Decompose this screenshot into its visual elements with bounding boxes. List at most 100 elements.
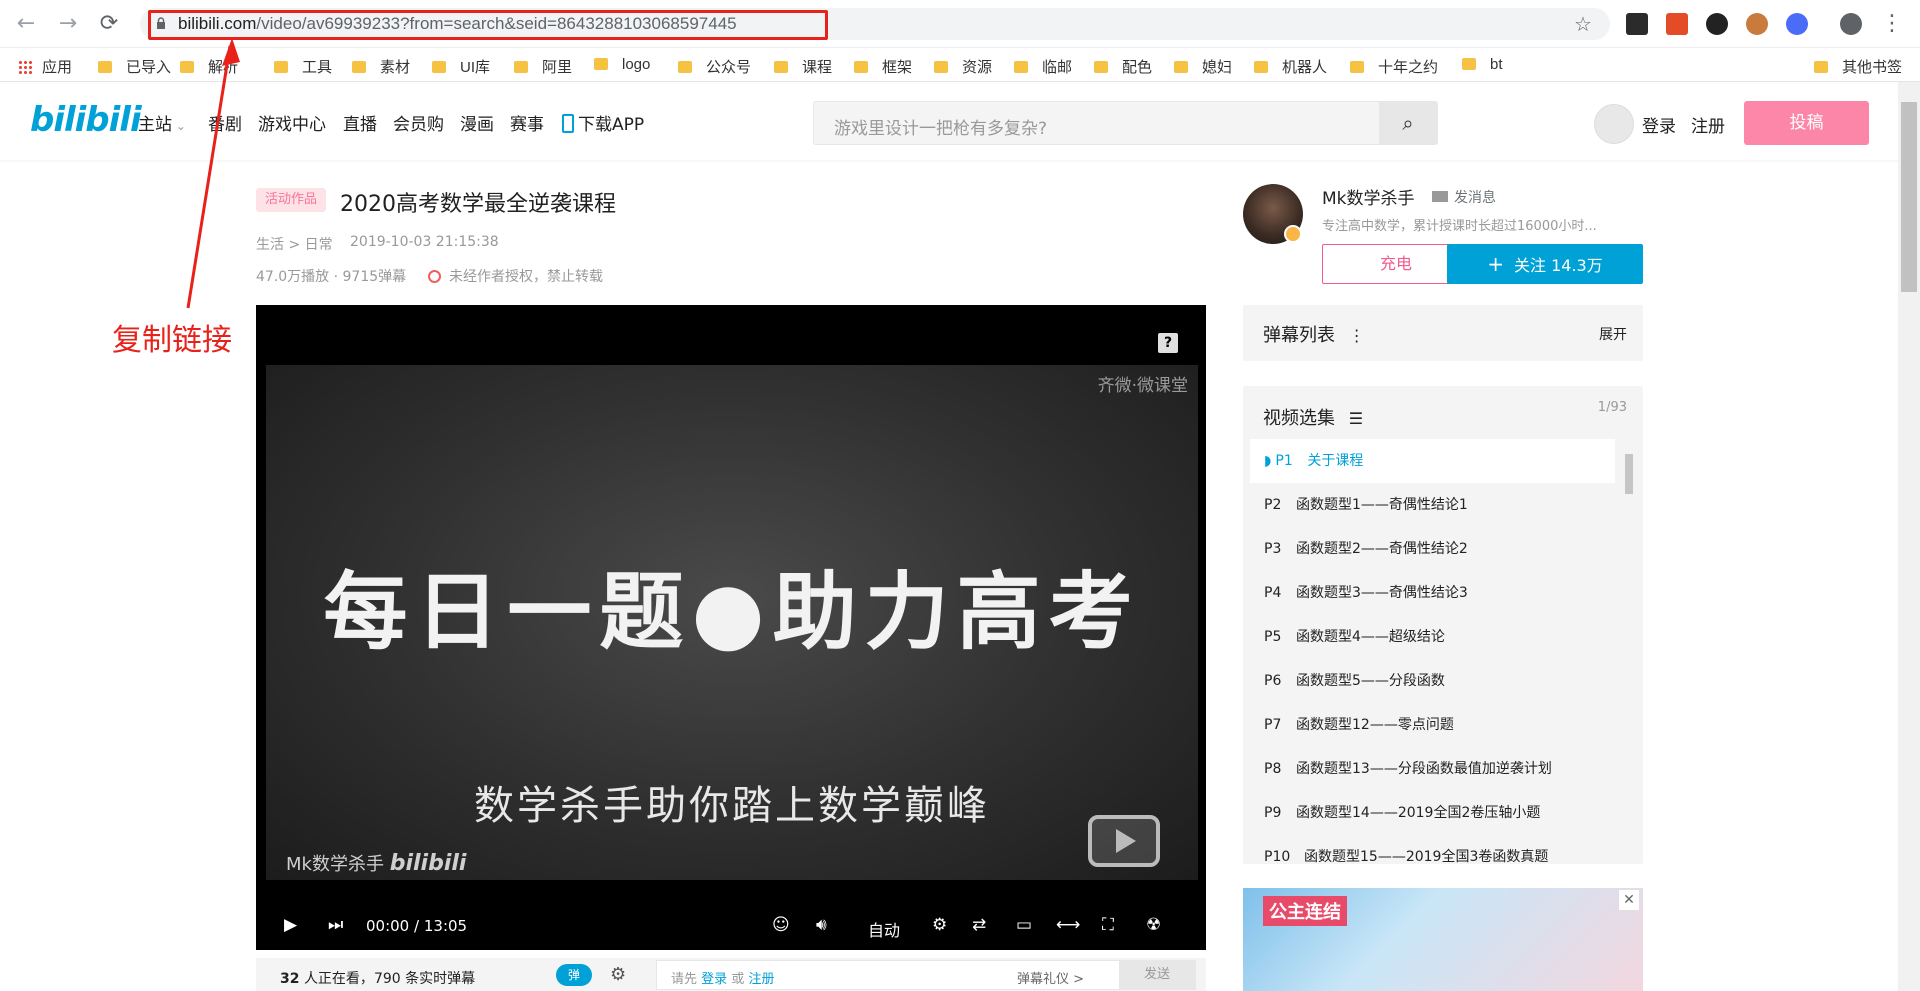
folder-icon	[514, 61, 528, 73]
reload-icon[interactable]: ⟳	[97, 12, 121, 36]
widescreen-icon[interactable]: ⟷	[1056, 915, 1080, 935]
bookmark-item[interactable]: 框架	[854, 56, 912, 76]
danmaku-etiquette-link[interactable]: 弹幕礼仪 >	[1017, 968, 1084, 987]
volume-icon[interactable]: 🔊︎	[816, 915, 827, 935]
quality-select[interactable]: 自动	[868, 917, 900, 941]
nav-main[interactable]: 主站 ⌄	[138, 110, 186, 135]
bookmark-star-icon[interactable]: ☆	[1574, 12, 1592, 36]
bookmark-item[interactable]: 机器人	[1254, 56, 1327, 76]
follow-button[interactable]: + 关注 14.3万	[1447, 244, 1643, 284]
episode-item[interactable]: P2 函数题型1——奇偶性结论1	[1250, 483, 1615, 527]
nav-mall[interactable]: 会员购	[393, 110, 444, 135]
list-icon[interactable]: ☰	[1349, 409, 1363, 428]
profile-icon[interactable]	[1840, 13, 1862, 35]
folder-icon	[774, 61, 788, 73]
upload-button[interactable]: 投稿	[1744, 101, 1869, 145]
video-title: 2020高考数学最全逆袭课程	[340, 192, 616, 217]
episode-item[interactable]: P5 函数题型4——超级结论	[1250, 615, 1615, 659]
danmaku-expand[interactable]: 展开	[1599, 324, 1627, 344]
s-extension-icon[interactable]	[1786, 13, 1808, 35]
nav-download-app[interactable]: 下载APP	[562, 110, 644, 135]
danmaku-settings-icon[interactable]: ⚙	[610, 964, 626, 985]
fullscreen-icon[interactable]: ⛶	[1102, 915, 1114, 935]
video-category[interactable]: 生活 > 日常	[256, 234, 333, 254]
episode-item[interactable]: ◗ P1 关于课程	[1250, 439, 1615, 483]
bookmark-item[interactable]: 媳妇	[1174, 56, 1232, 76]
episode-item[interactable]: P7 函数题型12——零点问题	[1250, 703, 1615, 747]
page-scrollbar[interactable]	[1898, 82, 1920, 991]
monkey-extension-icon[interactable]	[1746, 13, 1768, 35]
folder-icon	[1174, 61, 1188, 73]
bookmark-item[interactable]: 工具	[274, 56, 332, 76]
bookmark-item[interactable]: 解析	[180, 56, 238, 76]
watermark-top: 齐微·微课堂	[1097, 376, 1188, 396]
bookmark-item[interactable]: 十年之约	[1350, 56, 1438, 76]
bookmark-item[interactable]: 素材	[352, 56, 410, 76]
extension-icon[interactable]	[1706, 13, 1728, 35]
fe-extension-icon[interactable]	[1666, 13, 1688, 35]
bookmark-other[interactable]: 其他书签	[1814, 56, 1902, 76]
danmaku-toggle[interactable]: 弹	[556, 964, 592, 986]
avatar[interactable]	[1594, 104, 1634, 144]
play-icon[interactable]: ▶	[284, 915, 297, 935]
next-icon[interactable]: ⏭	[328, 915, 343, 935]
episode-scrollbar[interactable]	[1623, 442, 1635, 864]
danmaku-register-link[interactable]: 注册	[748, 972, 774, 987]
nav-anime[interactable]: 番剧	[208, 110, 242, 135]
danmaku-list-title: 弹幕列表 ⋮	[1263, 325, 1365, 346]
board-title: 每日一题●助力高考	[323, 562, 1141, 661]
loop-off-icon[interactable]: ⇄	[972, 915, 986, 935]
search-icon[interactable]: ⌕	[1379, 102, 1437, 144]
episode-item[interactable]: P8 函数题型13——分段函数最值加逆袭计划	[1250, 747, 1615, 791]
nav-manga[interactable]: 漫画	[460, 110, 494, 135]
uploader-name[interactable]: Mk数学杀手	[1322, 184, 1415, 209]
nav-esports[interactable]: 赛事	[510, 110, 544, 135]
tv-play-icon[interactable]	[1088, 815, 1160, 867]
close-icon[interactable]: ✕	[1619, 890, 1639, 910]
menu-dots-icon[interactable]: ⋮	[1880, 12, 1904, 36]
danmaku-input[interactable]: 请先 登录 或 注册 弹幕礼仪 > 发送	[656, 960, 1196, 990]
board-subtitle: 数学杀手助你踏上数学巅峰	[474, 783, 990, 829]
event-tag[interactable]: 活动作品	[256, 188, 326, 212]
bookmark-apps[interactable]: 应用	[18, 56, 72, 76]
episode-item[interactable]: P9 函数题型14——2019全国2卷压轴小题	[1250, 791, 1615, 835]
episode-item[interactable]: P10 函数题型15——2019全国3卷函数真题	[1250, 835, 1615, 863]
settings-gear-icon[interactable]: ⚙	[932, 915, 947, 935]
playing-icon: ◗	[1264, 453, 1272, 469]
nav-live[interactable]: 直播	[343, 110, 377, 135]
bookmark-item[interactable]: 阿里	[514, 56, 572, 76]
login-link[interactable]: 登录	[1642, 112, 1676, 137]
more-dots-icon[interactable]: ⋮	[1349, 326, 1365, 345]
pip-icon[interactable]: ▭	[1016, 915, 1032, 935]
page-scroll-thumb[interactable]	[1901, 102, 1917, 292]
ad-banner[interactable]: 公主连结 ✕	[1243, 888, 1643, 991]
nav-game-center[interactable]: 游戏中心	[258, 110, 326, 135]
bookmark-item[interactable]: UI库	[432, 56, 490, 76]
pdf-extension-icon[interactable]	[1626, 13, 1648, 35]
register-link[interactable]: 注册	[1691, 112, 1725, 137]
send-message-link[interactable]: 发消息	[1432, 187, 1496, 207]
bookmark-item[interactable]: 资源	[934, 56, 992, 76]
episode-item[interactable]: P6 函数题型5——分段函数	[1250, 659, 1615, 703]
search-input[interactable]: 游戏里设计一把枪有多复杂? ⌕	[813, 101, 1438, 145]
send-button[interactable]: 发送	[1119, 961, 1195, 989]
forward-arrow-icon[interactable]: →	[56, 12, 80, 36]
bookmark-item[interactable]: 公众号	[678, 56, 751, 76]
danmaku-login-link[interactable]: 登录	[701, 972, 727, 987]
radiation-icon[interactable]: ☢	[1146, 915, 1161, 935]
back-arrow-icon[interactable]: ←	[14, 12, 38, 36]
bookmark-item[interactable]: 课程	[774, 56, 832, 76]
episode-item[interactable]: P4 函数题型3——奇偶性结论3	[1250, 571, 1615, 615]
danmaku-list-panel[interactable]: 弹幕列表 ⋮ 展开	[1243, 305, 1643, 361]
bookmark-item[interactable]: 配色	[1094, 56, 1152, 76]
bookmark-item[interactable]: logo	[594, 56, 650, 76]
help-icon[interactable]: ?	[1158, 333, 1178, 353]
episode-scroll-thumb[interactable]	[1625, 454, 1633, 494]
bookmark-item[interactable]: 已导入	[98, 56, 171, 76]
video-player[interactable]: ? 齐微·微课堂 每日一题●助力高考 数学杀手助你踏上数学巅峰 Mk数学杀手 b…	[256, 305, 1206, 950]
danmaku-mode-icon[interactable]: ☺	[772, 915, 790, 935]
episode-item[interactable]: P3 函数题型2——奇偶性结论2	[1250, 527, 1615, 571]
bookmark-item[interactable]: 临邮	[1014, 56, 1072, 76]
bookmark-item[interactable]: bt	[1462, 56, 1503, 76]
bilibili-logo[interactable]: bilibili	[30, 100, 142, 140]
